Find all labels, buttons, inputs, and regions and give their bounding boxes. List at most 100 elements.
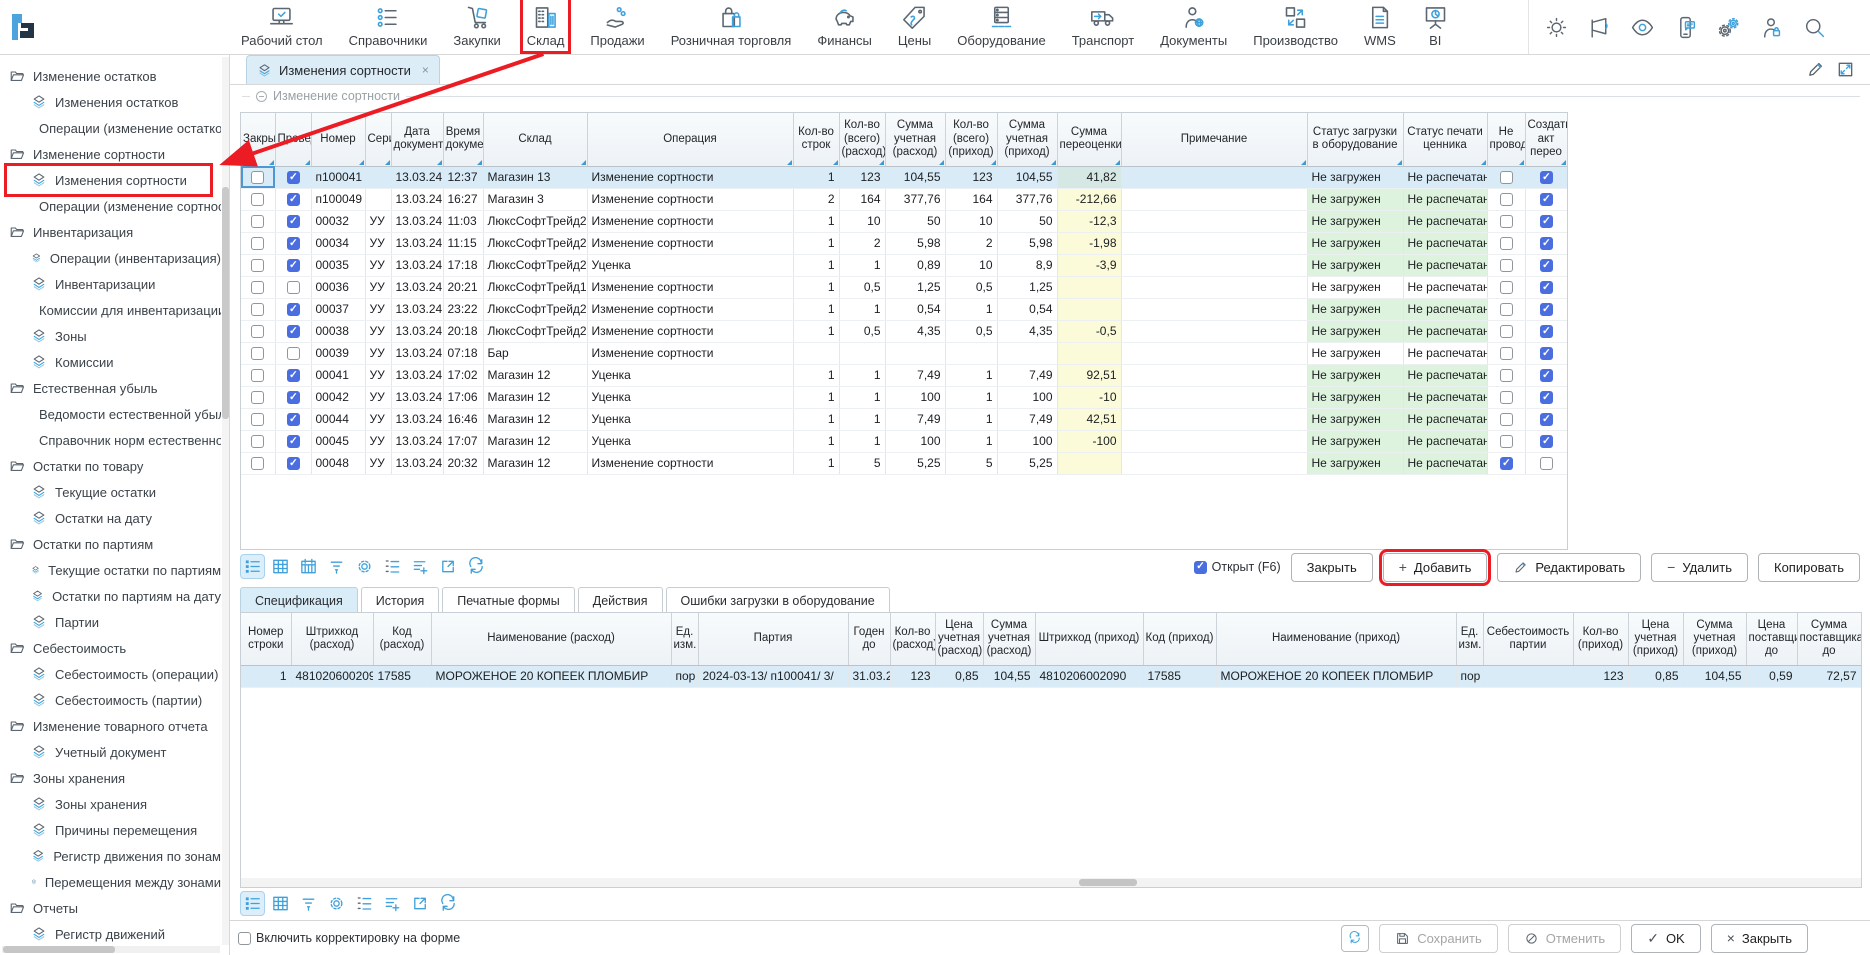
- visibility-button[interactable]: [1630, 15, 1655, 40]
- tree-item[interactable]: Операции (изменение сортности): [0, 193, 221, 219]
- row-checkbox[interactable]: [287, 457, 300, 470]
- detail-tab[interactable]: Ошибки загрузки в оборудование: [666, 587, 890, 613]
- tree-item[interactable]: Учетный документ: [0, 739, 221, 765]
- delete-button[interactable]: −Удалить: [1651, 553, 1748, 582]
- column-header[interactable]: Номер: [311, 113, 365, 166]
- document-row[interactable]: 00032УУ13.03.2411:03ЛюксСофтТрейд2Измене…: [241, 210, 1567, 232]
- row-checkbox[interactable]: [1540, 391, 1553, 404]
- refresh-button[interactable]: [464, 554, 489, 579]
- row-checkbox[interactable]: [1540, 215, 1553, 228]
- filter-button[interactable]: [324, 554, 349, 579]
- row-checkbox[interactable]: [1540, 435, 1553, 448]
- row-checkbox[interactable]: [287, 281, 300, 294]
- sidebar-horizontal-scrollbar[interactable]: [2, 946, 220, 953]
- document-row[interactable]: 00045УУ13.03.2417:07Магазин 12Уценка1110…: [241, 430, 1567, 452]
- announcement-button[interactable]: [1587, 15, 1612, 40]
- column-header[interactable]: Примечание: [1121, 113, 1307, 166]
- column-header[interactable]: Кол-во (приход): [1573, 613, 1628, 665]
- tree-item[interactable]: Регистр движения по зонам: [0, 843, 221, 869]
- collapse-icon[interactable]: [256, 91, 267, 102]
- open-checkbox[interactable]: [1194, 561, 1207, 574]
- export-button[interactable]: [436, 554, 461, 579]
- column-header[interactable]: Кол-во строк: [793, 113, 839, 166]
- tab-izmeneniya-sortnosti[interactable]: Изменения сортности ×: [246, 55, 440, 84]
- row-checkbox[interactable]: [251, 215, 264, 228]
- tree-item[interactable]: Ведомости естественной убыли: [0, 401, 221, 427]
- nav-item-equipment[interactable]: Оборудование: [954, 0, 1048, 50]
- row-checkbox[interactable]: [1500, 435, 1513, 448]
- column-header[interactable]: Годен до: [848, 613, 890, 665]
- list-view-button[interactable]: [240, 554, 265, 579]
- close-button[interactable]: ×Закрыть: [1711, 924, 1808, 953]
- row-checkbox[interactable]: [251, 457, 264, 470]
- tree-item[interactable]: Комиссии для инвентаризации: [0, 297, 221, 323]
- row-checkbox[interactable]: [251, 435, 264, 448]
- nav-item-desktop[interactable]: Рабочий стол: [238, 0, 326, 50]
- scrollbar-thumb[interactable]: [1079, 879, 1137, 886]
- column-header[interactable]: Создать акт перео: [1525, 113, 1567, 166]
- tree-item[interactable]: Инвентаризации: [0, 271, 221, 297]
- row-checkbox[interactable]: [1540, 347, 1553, 360]
- row-checkbox[interactable]: [1540, 171, 1553, 184]
- row-checkbox[interactable]: [1540, 259, 1553, 272]
- nav-item-transport[interactable]: Транспорт: [1069, 0, 1138, 50]
- save-button[interactable]: Сохранить: [1379, 924, 1498, 953]
- row-checkbox[interactable]: [287, 347, 300, 360]
- column-header[interactable]: Штрихкод (приход): [1035, 613, 1143, 665]
- column-header[interactable]: Цена учетная (расход): [935, 613, 983, 665]
- detail-tab[interactable]: Печатные формы: [442, 587, 575, 613]
- nav-item-catalog[interactable]: Справочники: [346, 0, 431, 50]
- support-chat-button[interactable]: [1673, 15, 1698, 40]
- filter-button[interactable]: [296, 891, 321, 916]
- column-header[interactable]: Себестоимость партии: [1483, 613, 1573, 665]
- row-checkbox[interactable]: [287, 237, 300, 250]
- detail-tab[interactable]: История: [361, 587, 439, 613]
- tree-item[interactable]: Зоны хранения: [0, 791, 221, 817]
- row-checkbox[interactable]: [287, 391, 300, 404]
- sidebar-vertical-scrollbar[interactable]: [222, 57, 229, 945]
- document-row[interactable]: 00038УУ13.03.2420:18ЛюксСофтТрейд2Измене…: [241, 320, 1567, 342]
- column-header[interactable]: Статус загрузки в оборудование: [1307, 113, 1403, 166]
- scrollbar-thumb[interactable]: [3, 946, 115, 953]
- nav-item-purchases[interactable]: Закупки: [450, 0, 503, 50]
- tree-item[interactable]: Партии: [0, 609, 221, 635]
- row-checkbox[interactable]: [1500, 215, 1513, 228]
- table-view-button[interactable]: [268, 554, 293, 579]
- row-checkbox[interactable]: [287, 369, 300, 382]
- row-checkbox[interactable]: [1500, 259, 1513, 272]
- nav-item-production[interactable]: Производство: [1250, 0, 1341, 50]
- row-checkbox[interactable]: [1500, 391, 1513, 404]
- row-checkbox[interactable]: [287, 303, 300, 316]
- column-header[interactable]: Сумма поставщика до: [1797, 613, 1861, 665]
- close-button[interactable]: Закрыть: [1291, 553, 1373, 582]
- tree-group[interactable]: Инвентаризация: [0, 219, 221, 245]
- document-row[interactable]: 00036УУ13.03.2420:21ЛюксСофтТрейд1Измене…: [241, 276, 1567, 298]
- row-checkbox[interactable]: [287, 171, 300, 184]
- column-header[interactable]: Не проводить: [1487, 113, 1525, 166]
- tree-group[interactable]: Зоны хранения: [0, 765, 221, 791]
- row-checkbox[interactable]: [287, 259, 300, 272]
- row-checkbox[interactable]: [1540, 413, 1553, 426]
- column-header[interactable]: Номер строки: [241, 613, 291, 665]
- row-checkbox[interactable]: [1540, 457, 1553, 470]
- column-header[interactable]: Операция: [587, 113, 793, 166]
- row-checkbox[interactable]: [1540, 193, 1553, 206]
- tree-item[interactable]: Зоны: [0, 323, 221, 349]
- export-button[interactable]: [408, 891, 433, 916]
- theme-button[interactable]: [1544, 15, 1569, 40]
- row-checkbox[interactable]: [1540, 303, 1553, 316]
- tree-group[interactable]: Себестоимость: [0, 635, 221, 661]
- scrollbar-thumb[interactable]: [222, 187, 229, 419]
- tree-group[interactable]: Остатки по партиям: [0, 531, 221, 557]
- tree-item[interactable]: Остатки на дату: [0, 505, 221, 531]
- detail-tab[interactable]: Действия: [578, 587, 663, 613]
- edit-button[interactable]: Редактировать: [1497, 553, 1641, 582]
- app-logo-icon[interactable]: [8, 12, 38, 42]
- cancel-button[interactable]: Отменить: [1508, 924, 1621, 953]
- row-checkbox[interactable]: [1540, 325, 1553, 338]
- column-header[interactable]: Кол-во (расход): [890, 613, 935, 665]
- tree-group[interactable]: Изменение остатков: [0, 63, 221, 89]
- row-checkbox[interactable]: [251, 193, 264, 206]
- tree-item[interactable]: Текущие остатки: [0, 479, 221, 505]
- numbered-list-button[interactable]: [380, 554, 405, 579]
